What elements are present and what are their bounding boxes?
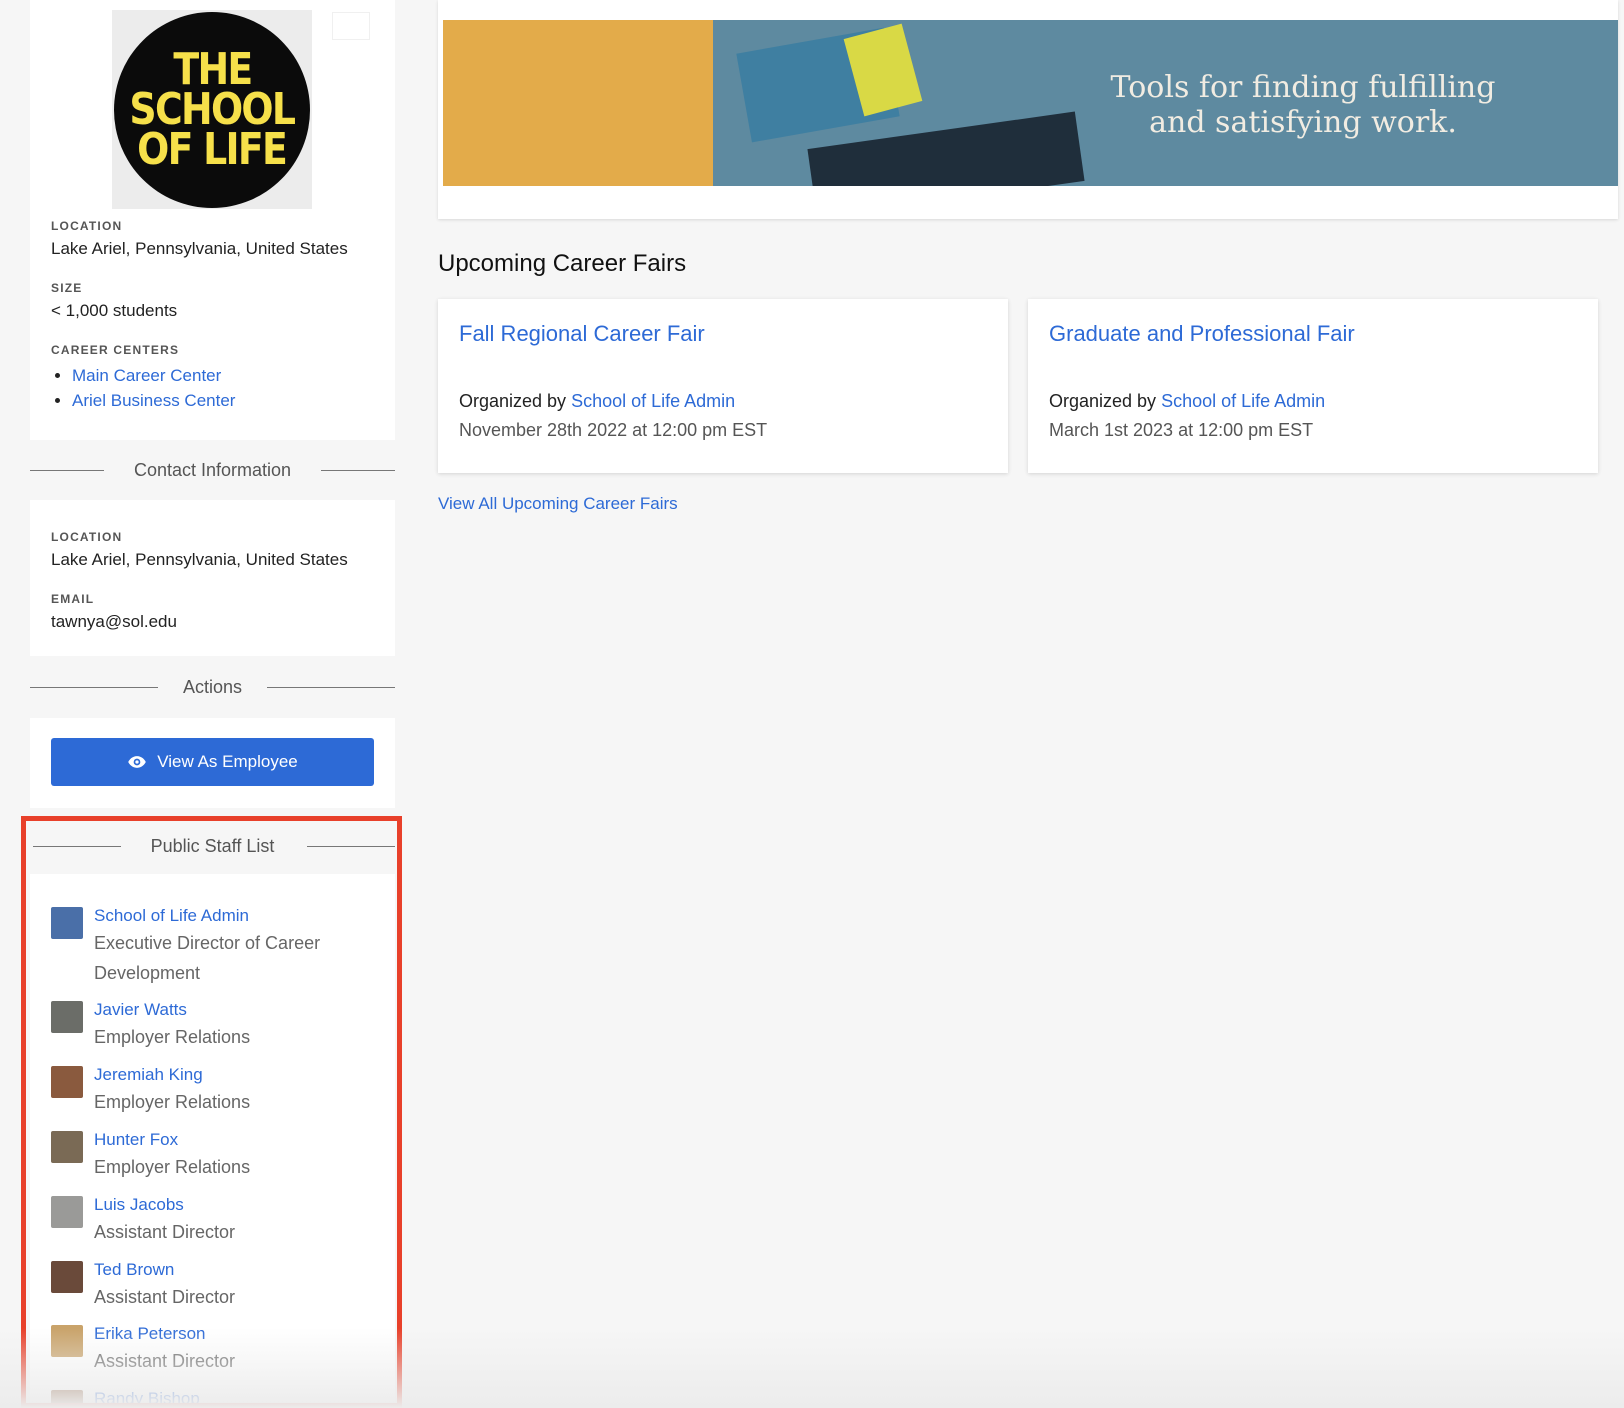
staff-member: Jeremiah King Employer Relations xyxy=(30,1063,364,1117)
avatar[interactable] xyxy=(51,1390,83,1408)
avatar[interactable] xyxy=(51,907,83,939)
career-fair-card: Fall Regional Career Fair Organized by S… xyxy=(438,299,1008,473)
staff-name-link[interactable]: Ted Brown xyxy=(94,1260,174,1279)
banner-card: Tools for finding fulfilling and satisfy… xyxy=(438,0,1618,219)
staff-section-header: Public Staff List xyxy=(30,818,395,874)
contact-card: LOCATION Lake Ariel, Pennsylvania, Unite… xyxy=(30,500,395,656)
staff-list: School of Life Admin Executive Director … xyxy=(30,874,395,1408)
career-center-link[interactable]: Ariel Business Center xyxy=(72,391,235,410)
avatar[interactable] xyxy=(51,1196,83,1228)
avatar[interactable] xyxy=(51,1001,83,1033)
sidebar: THE SCHOOL OF LIFE LOCATION Lake Ariel, … xyxy=(30,0,395,808)
staff-member: Hunter Fox Employer Relations xyxy=(30,1128,364,1182)
staff-member: Randy Bishop xyxy=(30,1387,364,1408)
avatar[interactable] xyxy=(51,1261,83,1293)
staff-member: Ted Brown Assistant Director xyxy=(30,1258,364,1312)
staff-title: Executive Director of Career Development xyxy=(94,933,321,983)
eye-icon xyxy=(128,756,146,768)
career-fair-card: Graduate and Professional Fair Organized… xyxy=(1028,299,1598,473)
staff-member: Luis Jacobs Assistant Director xyxy=(30,1193,364,1247)
staff-name-link[interactable]: Hunter Fox xyxy=(94,1130,178,1149)
contact-section-header: Contact Information xyxy=(30,440,395,500)
staff-title: Assistant Director xyxy=(94,1287,236,1307)
career-fair-title-link[interactable]: Graduate and Professional Fair xyxy=(1049,321,1355,346)
staff-name-link[interactable]: Randy Bishop xyxy=(94,1389,200,1408)
staff-name-link[interactable]: School of Life Admin xyxy=(94,906,249,925)
staff-title: Employer Relations xyxy=(94,1157,251,1177)
avatar[interactable] xyxy=(51,1131,83,1163)
edit-logo-placeholder xyxy=(332,12,370,40)
school-logo: THE SCHOOL OF LIFE xyxy=(112,10,312,209)
fair-date: November 28th 2022 at 12:00 pm EST xyxy=(459,420,768,440)
contact-location: LOCATION Lake Ariel, Pennsylvania, Unite… xyxy=(51,530,348,569)
organizer-link[interactable]: School of Life Admin xyxy=(571,391,735,411)
actions-card: View As Employee xyxy=(30,718,395,808)
organizer-link[interactable]: School of Life Admin xyxy=(1161,391,1325,411)
staff-member: Javier Watts Employer Relations xyxy=(30,998,364,1052)
view-as-employee-button[interactable]: View As Employee xyxy=(51,738,374,786)
banner-image: Tools for finding fulfilling and satisfy… xyxy=(443,20,1618,186)
profile-location: LOCATION Lake Ariel, Pennsylvania, Unite… xyxy=(51,219,348,258)
avatar[interactable] xyxy=(51,1066,83,1098)
staff-name-link[interactable]: Luis Jacobs xyxy=(94,1195,184,1214)
banner-tagline: Tools for finding fulfilling and satisfy… xyxy=(1110,70,1496,140)
staff-name-link[interactable]: Javier Watts xyxy=(94,1000,187,1019)
staff-member: School of Life Admin Executive Director … xyxy=(30,904,364,988)
staff-title: Employer Relations xyxy=(94,1092,251,1112)
career-center-link[interactable]: Main Career Center xyxy=(72,366,221,385)
actions-section-header: Actions xyxy=(30,656,395,718)
staff-title: Assistant Director xyxy=(94,1351,236,1371)
contact-email: EMAIL tawnya@sol.edu xyxy=(51,592,177,631)
staff-title: Employer Relations xyxy=(94,1027,251,1047)
view-all-career-fairs-link[interactable]: View All Upcoming Career Fairs xyxy=(438,494,678,514)
profile-card: THE SCHOOL OF LIFE LOCATION Lake Ariel, … xyxy=(30,0,395,440)
avatar[interactable] xyxy=(51,1325,83,1357)
staff-name-link[interactable]: Jeremiah King xyxy=(94,1065,203,1084)
profile-career-centers: CAREER CENTERS Main Career Center Ariel … xyxy=(51,343,235,413)
fair-date: March 1st 2023 at 12:00 pm EST xyxy=(1049,420,1314,440)
staff-member: Erika Peterson Assistant Director xyxy=(30,1322,364,1376)
career-fair-title-link[interactable]: Fall Regional Career Fair xyxy=(459,321,705,346)
profile-size: SIZE < 1,000 students xyxy=(51,281,178,320)
staff-name-link[interactable]: Erika Peterson xyxy=(94,1324,206,1343)
staff-title: Assistant Director xyxy=(94,1222,236,1242)
career-fairs-heading: Upcoming Career Fairs xyxy=(438,250,687,277)
